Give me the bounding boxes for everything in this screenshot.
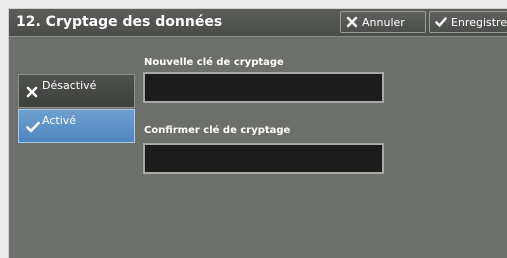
checkmark-icon: [26, 121, 40, 133]
option-enabled-label: Activé: [42, 114, 77, 127]
close-icon: [346, 16, 358, 28]
option-enabled[interactable]: Activé: [18, 109, 135, 143]
save-button-label: Enregistrer: [451, 15, 507, 29]
new-key-field[interactable]: [143, 72, 384, 103]
encryption-settings-panel: 12. Cryptage des données Annuler Enregis…: [8, 8, 507, 258]
new-key-label: Nouvelle clé de cryptage: [144, 57, 284, 68]
save-button[interactable]: Enregistrer: [429, 11, 507, 33]
close-icon: [26, 86, 38, 98]
confirm-key-field[interactable]: [143, 143, 384, 174]
option-disabled[interactable]: Désactivé: [18, 74, 135, 108]
option-disabled-label: Désactivé: [42, 79, 97, 92]
confirm-key-label: Confirmer clé de cryptage: [144, 125, 291, 136]
cancel-button-label: Annuler: [362, 15, 405, 29]
screen: 12. Cryptage des données Annuler Enregis…: [0, 0, 507, 258]
page-title: 12. Cryptage des données: [16, 14, 223, 30]
header-bar: 12. Cryptage des données Annuler Enregis…: [9, 9, 507, 37]
cancel-button[interactable]: Annuler: [340, 11, 426, 33]
checkmark-icon: [435, 17, 447, 27]
